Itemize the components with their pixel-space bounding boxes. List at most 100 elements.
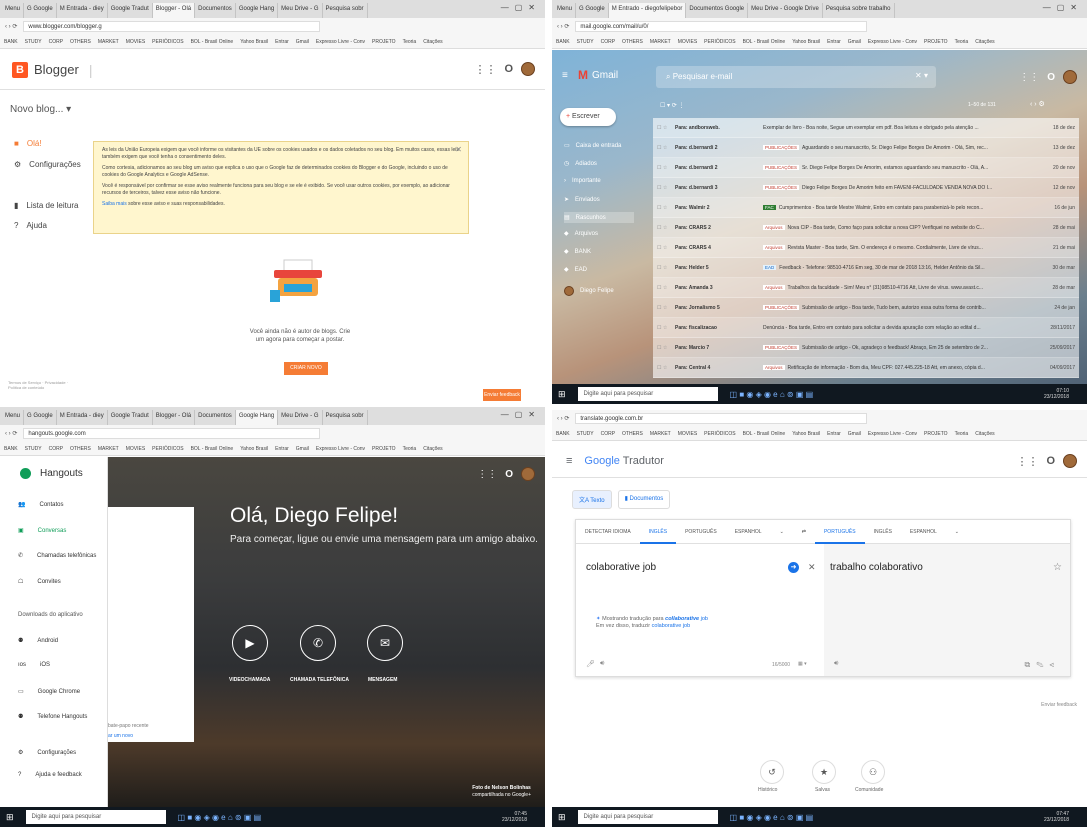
email-label-badge[interactable]: PUBLICAÇÕES (763, 304, 800, 310)
nav-item-important[interactable]: › Importante (564, 178, 601, 184)
lang-src-spanish[interactable]: ESPANHOL (726, 520, 771, 544)
account-initial-icon[interactable]: O (1047, 72, 1055, 83)
browser-tab[interactable]: Google Tradut (108, 3, 153, 18)
bookmark[interactable]: STUDY (577, 39, 594, 45)
taskbar-apps[interactable]: ◫ ■ ◉ ◈ ◉ e ⌂ ⊚ ▣ ▤ (730, 813, 814, 822)
copy-edit-share-icon[interactable]: ⧉✎⋖ (1024, 660, 1060, 670)
browser-tab[interactable]: Menu (554, 3, 577, 18)
bookmark[interactable]: BOL - Brasil Online (743, 431, 786, 437)
bookmark[interactable]: Teoria (403, 446, 417, 452)
windows-start-icon[interactable]: ⊞ (558, 389, 566, 400)
bookmark[interactable]: Gmail (848, 39, 861, 45)
email-row[interactable]: ☐ ☆ Para: d.bernardi 3 PUBLICAÇÕES Diego Fe… (653, 178, 1079, 198)
bookmark[interactable]: CORP (601, 431, 615, 437)
bookmark[interactable]: STUDY (25, 446, 42, 452)
bookmark[interactable]: PERIÓDICOS (704, 39, 735, 45)
nav-back-icon[interactable]: ‹ › ⟳ (557, 415, 569, 422)
gmail-logo[interactable]: M Gmail (578, 68, 618, 82)
bookmark[interactable]: BANK (556, 39, 570, 45)
bookmark[interactable]: BOL - Brasil Online (191, 39, 234, 45)
url-field[interactable]: translate.google.com.br (575, 413, 867, 424)
bookmark[interactable]: OTHERS (622, 431, 643, 437)
email-row[interactable]: ☐ ☆ Para: andborsweb. Exemplar de livro - … (653, 118, 1079, 138)
bookmark[interactable]: MOVIES (126, 446, 145, 452)
lang-detect[interactable]: DETECTAR IDIOMA (576, 520, 640, 544)
browser-tab[interactable]: G Google (576, 3, 609, 18)
phone-call-button[interactable]: ✆ (300, 625, 336, 661)
close-icon[interactable]: ✕ (455, 146, 462, 154)
email-label-badge[interactable]: EAD (763, 264, 777, 270)
bookmark[interactable]: OTHERS (70, 39, 91, 45)
bookmark[interactable]: MARKET (650, 39, 671, 45)
bookmark[interactable]: Entrar (827, 431, 841, 437)
email-row[interactable]: ☐ ☆ Para: Amanda 3 Arquivos Trabalhos da fa… (653, 278, 1079, 298)
apps-grid-icon[interactable]: ⋮⋮ (477, 469, 497, 480)
url-field[interactable]: hangouts.google.com (23, 428, 321, 439)
browser-tab[interactable]: Documentos (195, 410, 236, 425)
email-row[interactable]: ☐ ☆ Para: d.bernardi 2 PUBLICAÇÕES Aguardan… (653, 138, 1079, 158)
taskbar-search-input[interactable]: Digite aqui para pesquisar (577, 810, 718, 824)
bookmark[interactable]: CORP (49, 39, 63, 45)
new-blog-dropdown[interactable]: Novo blog... ▾ (10, 104, 71, 115)
windows-start-icon[interactable]: ⊞ (558, 812, 566, 823)
browser-tab[interactable]: Meu Drive - G (278, 3, 323, 18)
tab-documents[interactable]: ▮ Documentos (617, 490, 671, 509)
bookmark[interactable]: Entrar (827, 39, 841, 45)
browser-tab-active[interactable]: M Entrado - diegofelipebor (608, 3, 687, 18)
sidebar-item-settings[interactable]: ⚙ Configurações (14, 160, 81, 169)
email-label-badge[interactable]: PUBLICAÇÕES (763, 184, 800, 190)
lang-src-english[interactable]: INGLÊS (639, 520, 677, 544)
bookmark[interactable]: Yahoo Brasil (792, 39, 820, 45)
apps-grid-icon[interactable]: ⋮⋮ (1019, 72, 1039, 83)
search-options-icon[interactable]: ✕ ▾ (915, 71, 928, 80)
email-label-badge[interactable]: Arquivos (763, 224, 785, 230)
speaker-icon[interactable]: 🔊︎ (834, 660, 838, 668)
bookmark[interactable]: BANK (4, 39, 18, 45)
row-checkbox-star-icon[interactable]: ☐ ☆ (653, 145, 675, 151)
nav-back-icon[interactable]: ‹ › ⟳ (5, 430, 17, 437)
taskbar-search-input[interactable]: Digite aqui para pesquisar (25, 810, 166, 824)
swap-languages-icon[interactable]: ⇄ (793, 520, 815, 544)
spelling-suggestion[interactable]: ✦ Mostrando tradução para collaborative … (596, 616, 708, 630)
browser-tab[interactable]: Documentos (195, 3, 236, 18)
blogger-logo-icon[interactable]: B (12, 61, 28, 78)
history-button[interactable]: ↺ (760, 760, 784, 784)
row-checkbox-star-icon[interactable]: ☐ ☆ (653, 165, 675, 171)
email-label-badge[interactable]: PUBLICAÇÕES (763, 344, 800, 350)
row-checkbox-star-icon[interactable]: ☐ ☆ (653, 265, 675, 271)
sidebar-item-reading-list[interactable]: ▮ Lista de leitura (14, 201, 78, 210)
avatar[interactable] (1063, 454, 1077, 468)
bookmark[interactable]: Yahoo Brasil (240, 446, 268, 452)
bookmark[interactable]: PERIÓDICOS (704, 431, 735, 437)
video-call-button[interactable]: ▶ (232, 625, 268, 661)
star-icon[interactable]: ☆ (1053, 562, 1062, 573)
browser-tab-active[interactable]: Google Hang (235, 410, 279, 425)
email-label-badge[interactable]: FAC (763, 204, 776, 210)
download-phone[interactable]: ⚉ Telefone Hangouts (18, 713, 87, 721)
nav-item-label-bank[interactable]: ◆ BANK (564, 248, 591, 256)
email-label-badge[interactable]: Arquivos (763, 244, 785, 250)
browser-tab[interactable]: M Entrada - diey (57, 3, 108, 18)
translate-arrow-icon[interactable]: ➜ (788, 562, 799, 573)
browser-tab[interactable]: Pesquisa sobr (323, 410, 368, 425)
avatar[interactable] (1063, 70, 1077, 84)
browser-tab[interactable]: M Entrada - diey (57, 410, 108, 425)
sidebar-item-hello[interactable]: ■ Olá! (14, 139, 42, 148)
clear-close-icon[interactable]: ✕ (808, 562, 816, 573)
bookmark[interactable]: MARKET (98, 39, 119, 45)
taskbar-clock[interactable]: 07:45 23/12/2018 (502, 811, 527, 823)
bookmark[interactable]: Expresso Livre - Conv (316, 446, 365, 452)
bookmark[interactable]: Teoria (403, 39, 417, 45)
url-field[interactable]: mail.google.com/mail/u/0/ (575, 21, 867, 32)
translate-logo[interactable]: Google Tradutor (584, 455, 664, 467)
hangouts-logo[interactable]: Hangouts (20, 468, 83, 479)
bookmark[interactable]: Gmail (296, 446, 309, 452)
nav-item-contacts[interactable]: 👥 Contatos (18, 501, 64, 509)
menu-icon[interactable]: ≡ (566, 455, 572, 467)
bookmark[interactable]: PROJETO (924, 39, 948, 45)
browser-tab[interactable]: Meu Drive - Google Drive (748, 3, 823, 18)
bookmark[interactable]: Gmail (296, 39, 309, 45)
avatar[interactable] (521, 467, 535, 481)
row-checkbox-star-icon[interactable]: ☐ ☆ (653, 345, 675, 351)
taskbar-apps[interactable]: ◫ ■ ◉ ◈ ◉ e ⌂ ⊚ ▣ ▤ (730, 390, 814, 399)
